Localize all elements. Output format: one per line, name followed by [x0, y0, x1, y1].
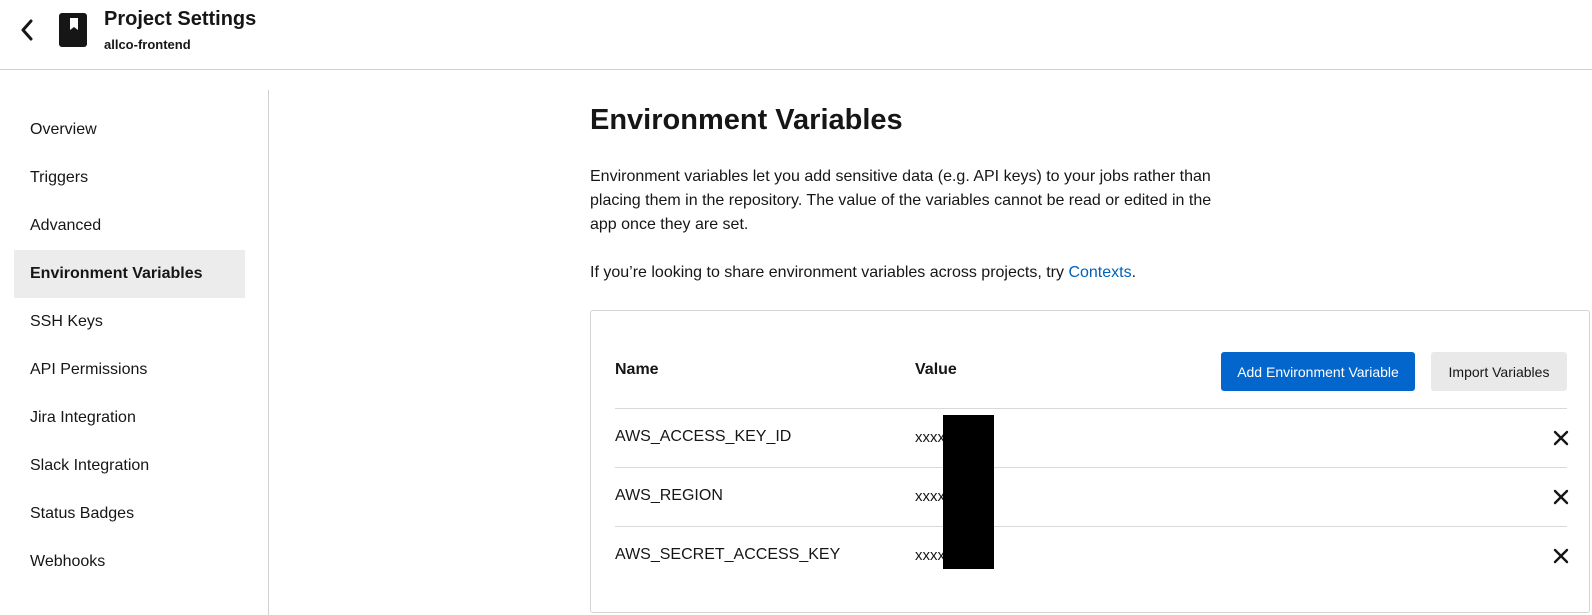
table-row: AWS_SECRET_ACCESS_KEY xxxx [615, 526, 1570, 585]
project-book-icon [59, 13, 87, 47]
variable-name: AWS_SECRET_ACCESS_KEY [615, 546, 841, 563]
sidebar-item-advanced[interactable]: Advanced [14, 202, 245, 250]
contexts-link[interactable]: Contexts [1068, 264, 1131, 281]
contexts-hint-period: . [1131, 264, 1137, 281]
add-environment-variable-button[interactable]: Add Environment Variable [1221, 352, 1415, 391]
variable-value: xxxx [915, 547, 945, 564]
contexts-hint: If you’re looking to share environment v… [590, 261, 1136, 285]
redaction-block [943, 415, 994, 569]
sidebar-item-api-permissions[interactable]: API Permissions [14, 346, 245, 394]
variable-name: AWS_ACCESS_KEY_ID [615, 428, 792, 445]
back-button[interactable] [14, 16, 40, 44]
env-variables-table: Name Value Add Environment Variable Impo… [590, 310, 1590, 613]
column-header-value: Value [915, 361, 957, 378]
contexts-hint-text: If you’re looking to share environment v… [590, 264, 1069, 281]
description-text: Environment variables let you add sensit… [590, 168, 1212, 233]
chevron-left-icon [21, 19, 33, 41]
sidebar-item-triggers[interactable]: Triggers [14, 154, 245, 202]
project-name: allco-frontend [104, 37, 191, 52]
column-header-name: Name [615, 361, 659, 378]
import-variables-button[interactable]: Import Variables [1431, 352, 1567, 391]
variable-name: AWS_REGION [615, 487, 723, 504]
variable-value: xxxx [915, 488, 945, 505]
close-icon[interactable] [1552, 429, 1570, 447]
page-title: Environment Variables [590, 104, 903, 136]
settings-sidebar: Overview Triggers Advanced Environment V… [14, 106, 245, 586]
table-row: AWS_REGION xxxx [615, 467, 1570, 526]
sidebar-item-status-badges[interactable]: Status Badges [14, 490, 245, 538]
sidebar-item-webhooks[interactable]: Webhooks [14, 538, 245, 586]
sidebar-item-jira-integration[interactable]: Jira Integration [14, 394, 245, 442]
sidebar-divider [268, 90, 269, 615]
close-icon[interactable] [1552, 547, 1570, 565]
sidebar-item-ssh-keys[interactable]: SSH Keys [14, 298, 245, 346]
sidebar-item-slack-integration[interactable]: Slack Integration [14, 442, 245, 490]
variable-value: xxxx [915, 429, 945, 446]
sidebar-item-environment-variables[interactable]: Environment Variables [14, 250, 245, 298]
page-header-title: Project Settings [104, 8, 257, 30]
table-row: AWS_ACCESS_KEY_ID xxxx [615, 408, 1570, 467]
close-icon[interactable] [1552, 488, 1570, 506]
top-header: Project Settings allco-frontend [0, 0, 1592, 70]
sidebar-item-overview[interactable]: Overview [14, 106, 245, 154]
